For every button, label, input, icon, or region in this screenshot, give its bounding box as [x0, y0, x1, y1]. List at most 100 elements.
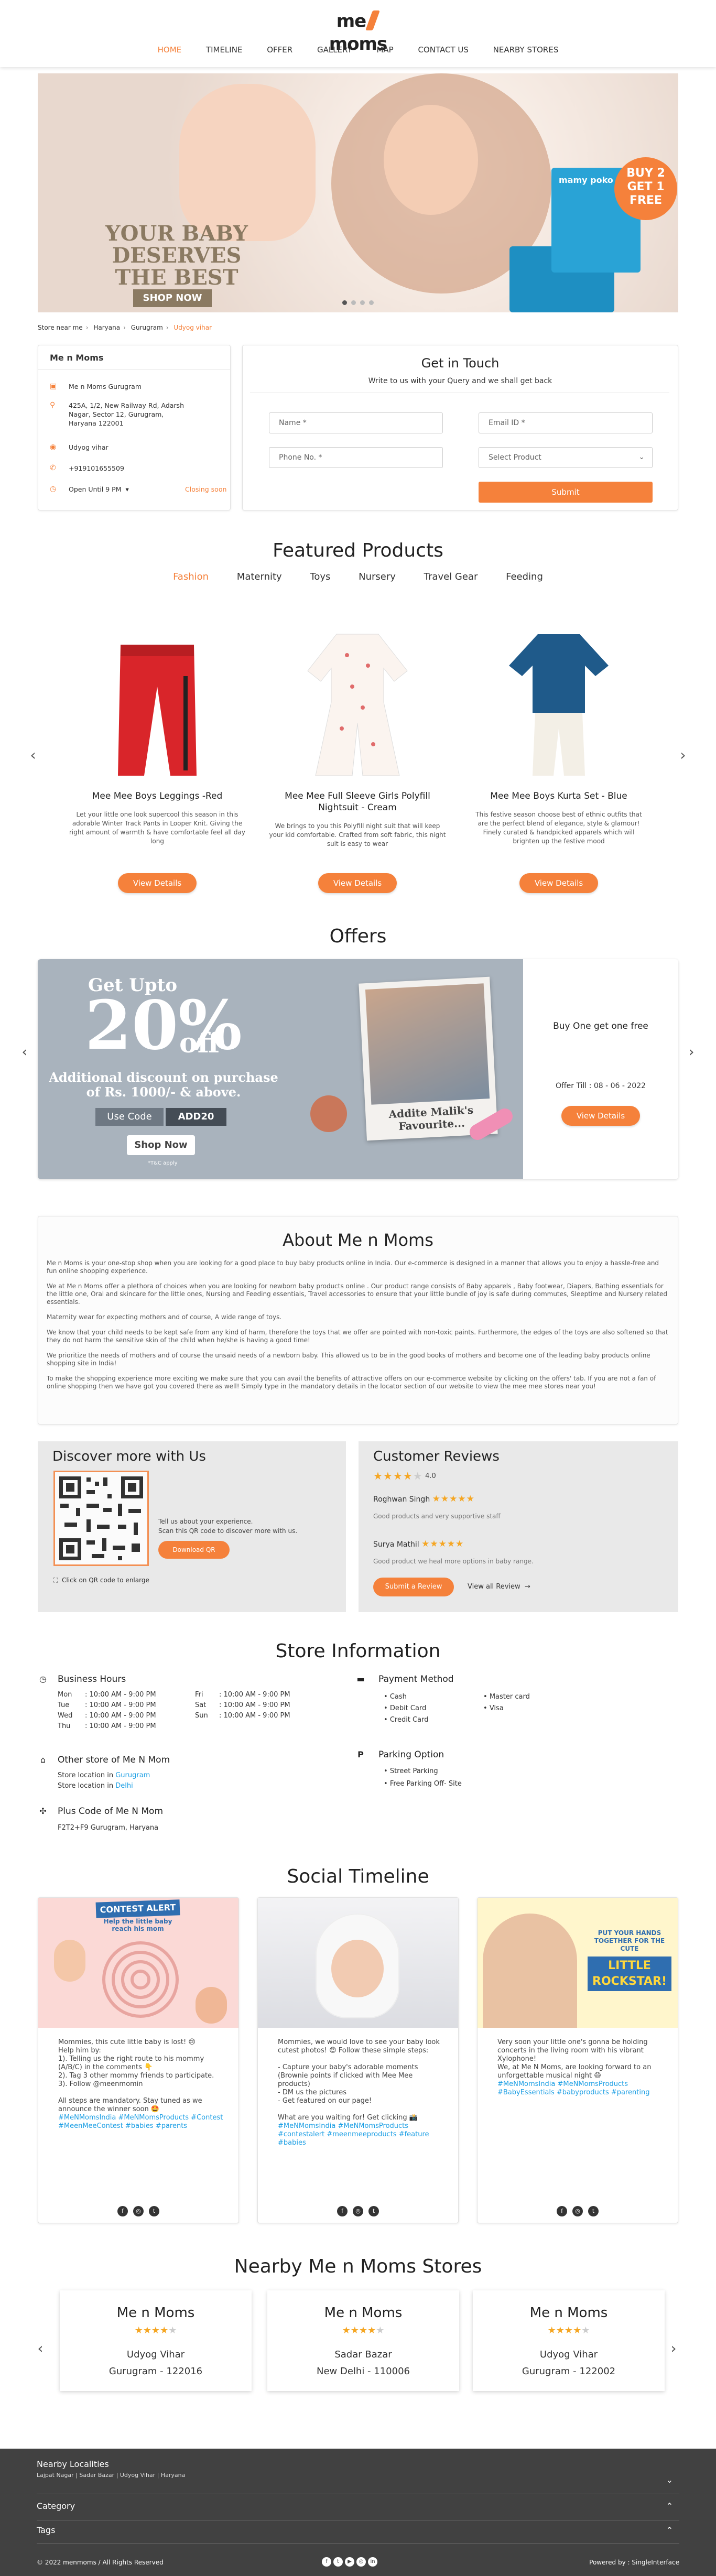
store-hours[interactable]: Open Until 9 PM ▾: [69, 485, 173, 494]
nearby-store-city: Gurugram - 122002: [522, 2366, 616, 2377]
post-image[interactable]: [258, 1898, 458, 2028]
nearby-store-card[interactable]: Me n Moms ★★★★★ Sadar Bazar New Delhi - …: [267, 2290, 459, 2391]
twitter-icon[interactable]: t: [368, 2206, 379, 2216]
view-details-button[interactable]: View Details: [118, 873, 197, 893]
facebook-icon[interactable]: f: [337, 2206, 348, 2216]
nav-contact[interactable]: CONTACT US: [418, 45, 468, 55]
prev-arrow-icon[interactable]: ‹: [25, 746, 41, 764]
product-image[interactable]: [506, 624, 611, 781]
nav-nearby-stores[interactable]: NEARBY STORES: [493, 45, 559, 55]
product-name[interactable]: Mee Mee Boys Leggings -Red: [68, 790, 246, 802]
carousel-dots[interactable]: [38, 299, 678, 307]
name-field[interactable]: Name *: [269, 412, 443, 433]
submit-button[interactable]: Submit: [479, 482, 653, 503]
nav-home[interactable]: HOME: [158, 45, 182, 55]
facebook-icon[interactable]: f: [117, 2206, 128, 2216]
main-nav: HOME TIMELINE OFFER GALLERY MAP CONTACT …: [0, 45, 716, 55]
product-card: Mee Mee Boys Leggings -Red Let your litt…: [68, 624, 246, 896]
nav-gallery[interactable]: GALLERY: [317, 45, 352, 55]
prev-arrow-icon[interactable]: ‹: [17, 1043, 32, 1060]
hours-title: Business Hours: [58, 1674, 126, 1684]
product-name[interactable]: Mee Mee Boys Kurta Set - Blue: [470, 790, 648, 802]
instagram-icon[interactable]: ◎: [356, 2557, 366, 2567]
product-image[interactable]: [105, 624, 210, 781]
view-details-button[interactable]: View Details: [318, 873, 397, 893]
nearby-store-card[interactable]: Me n Moms ★★★★★ Udyog Vihar Gurugram - 1…: [473, 2290, 665, 2391]
store-address[interactable]: 425A, 1/2, New Railway Rd, Adarsh Nagar,…: [69, 401, 189, 428]
download-qr-button[interactable]: Download QR: [158, 1541, 230, 1559]
email-field[interactable]: Email ID *: [479, 412, 653, 433]
prev-arrow-icon[interactable]: ‹: [32, 2340, 48, 2357]
instagram-icon[interactable]: ◎: [353, 2206, 363, 2216]
instagram-icon[interactable]: ◎: [133, 2206, 144, 2216]
qr-code[interactable]: [53, 1471, 149, 1566]
category-accordion[interactable]: Category ⌃: [37, 2501, 679, 2511]
view-all-reviews-link[interactable]: View all Review →: [468, 1583, 530, 1591]
linkedin-icon[interactable]: in: [368, 2557, 377, 2567]
tab-fashion[interactable]: Fashion: [173, 571, 209, 582]
payment-method: • Debit Card: [384, 1704, 427, 1712]
teddy-icon: [310, 1095, 347, 1132]
twitter-icon[interactable]: t: [333, 2557, 343, 2567]
instagram-icon[interactable]: ◎: [572, 2206, 583, 2216]
nearby-store-name: Me n Moms: [529, 2305, 608, 2321]
product-name[interactable]: Mee Mee Full Sleeve Girls Polyfill Night…: [268, 790, 447, 813]
plus-code-link[interactable]: F2T2+F9 Gurugram, Haryana: [58, 1824, 158, 1832]
average-rating: ★★★★★ 4.0: [373, 1470, 436, 1482]
offer-name: Buy One get one free: [553, 1021, 648, 1031]
next-arrow-icon[interactable]: ›: [675, 746, 691, 764]
youtube-icon[interactable]: ▶: [345, 2557, 354, 2567]
offer-badge: BUY 2 GET 1 FREE: [614, 157, 677, 220]
tab-toys[interactable]: Toys: [310, 571, 330, 582]
product-select[interactable]: Select Product ⌄: [479, 447, 653, 468]
submit-review-button[interactable]: Submit a Review: [373, 1578, 454, 1596]
nav-timeline[interactable]: TIMELINE: [206, 45, 243, 55]
next-arrow-icon[interactable]: ›: [666, 2340, 681, 2357]
nav-offer[interactable]: OFFER: [267, 45, 292, 55]
post-image[interactable]: PUT YOUR HANDS TOGETHER FOR THE CUTE LIT…: [478, 1898, 678, 2028]
delhi-link[interactable]: Delhi: [115, 1782, 133, 1790]
store-icon: ⌂: [40, 1755, 46, 1765]
post-image[interactable]: CONTEST ALERT Help the little baby reach…: [38, 1898, 238, 2028]
tab-feeding[interactable]: Feeding: [506, 571, 543, 582]
facebook-icon[interactable]: f: [322, 2557, 331, 2567]
nearby-store-city: New Delhi - 110006: [317, 2366, 410, 2377]
store-phone[interactable]: +919101655509: [69, 464, 226, 473]
view-details-button[interactable]: View Details: [519, 873, 598, 893]
view-details-button[interactable]: View Details: [561, 1106, 640, 1126]
hero-banner[interactable]: YOUR BABY DESERVES THE BEST SHOP NOW mam…: [38, 73, 678, 312]
discover-line2: Scan this QR code to discover more with …: [158, 1527, 298, 1535]
breadcrumb: Store near me › Haryana › Gurugram › Udyog …: [38, 324, 212, 331]
product-image[interactable]: [305, 624, 410, 781]
localities-list[interactable]: Lajpat Nagar | Sadar Bazar | Udyog Vihar…: [37, 2472, 679, 2479]
breadcrumb-item[interactable]: Store near me: [38, 324, 83, 331]
nav-map[interactable]: MAP: [376, 45, 393, 55]
footer-social-icons: f t ▶ ◎ in: [321, 2557, 378, 2567]
product-desc: This festive season choose best of ethni…: [475, 811, 642, 845]
rating-stars: ★★★★★: [373, 1470, 423, 1482]
tab-nursery[interactable]: Nursery: [359, 571, 396, 582]
featured-title: Featured Products: [273, 540, 443, 561]
next-arrow-icon[interactable]: ›: [684, 1043, 699, 1060]
localities-accordion[interactable]: Nearby Localities ⌄: [37, 2459, 679, 2485]
post-text: Mommies, we would love to see your baby …: [278, 2038, 440, 2147]
nearby-store-name: Me n Moms: [116, 2305, 195, 2321]
breadcrumb-item[interactable]: Gurugram: [131, 324, 163, 331]
powered-by: Powered by : SingleInterface: [589, 2559, 679, 2566]
tab-travel-gear[interactable]: Travel Gear: [424, 571, 478, 582]
twitter-icon[interactable]: t: [588, 2206, 599, 2216]
tab-maternity[interactable]: Maternity: [237, 571, 282, 582]
site-logo[interactable]: memoms: [308, 10, 408, 55]
tags-accordion[interactable]: Tags ⌃: [37, 2525, 679, 2535]
share-icons: f ◎ t: [38, 2206, 238, 2216]
hours-row: Sun: [195, 1712, 208, 1720]
offer-image[interactable]: Get Upto 20% off Additional discount on …: [38, 959, 523, 1179]
breadcrumb-item[interactable]: Haryana: [93, 324, 120, 331]
gurugram-link[interactable]: Gurugram: [115, 1771, 150, 1779]
reviews-title: Customer Reviews: [373, 1449, 500, 1464]
facebook-icon[interactable]: f: [557, 2206, 567, 2216]
other-store-gurugram: Store location in Gurugram: [58, 1771, 150, 1779]
nearby-store-card[interactable]: Me n Moms ★★★★★ Udyog Vihar Gurugram - 1…: [60, 2290, 252, 2391]
phone-field[interactable]: Phone No. *: [269, 447, 443, 468]
twitter-icon[interactable]: t: [149, 2206, 159, 2216]
